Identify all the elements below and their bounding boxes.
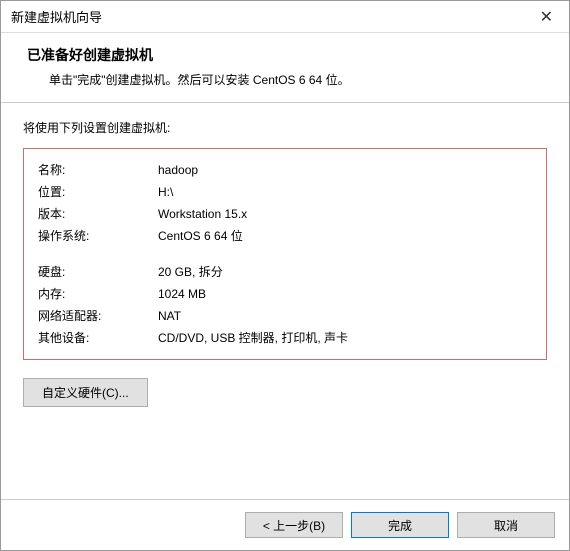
specs-box: 名称: hadoop 位置: H:\ 版本: Workstation 15.x … [23, 148, 547, 360]
back-button[interactable]: < 上一步(B) [245, 512, 343, 538]
header: 已准备好创建虚拟机 单击"完成"创建虚拟机。然后可以安装 CentOS 6 64… [1, 33, 569, 103]
wizard-window: 新建虚拟机向导 ✕ 已准备好创建虚拟机 单击"完成"创建虚拟机。然后可以安装 C… [0, 0, 570, 551]
finish-button[interactable]: 完成 [351, 512, 449, 538]
label-memory: 内存: [38, 285, 158, 303]
customize-hardware-button[interactable]: 自定义硬件(C)... [23, 378, 148, 407]
row-netadapter: 网络适配器: NAT [38, 305, 532, 327]
label-disk: 硬盘: [38, 263, 158, 281]
value-disk: 20 GB, 拆分 [158, 263, 532, 281]
content: 将使用下列设置创建虚拟机: 名称: hadoop 位置: H:\ 版本: Wor… [1, 103, 569, 499]
header-headline: 已准备好创建虚拟机 [27, 45, 543, 65]
value-memory: 1024 MB [158, 285, 532, 303]
row-memory: 内存: 1024 MB [38, 283, 532, 305]
value-location: H:\ [158, 183, 532, 201]
titlebar: 新建虚拟机向导 ✕ [1, 1, 569, 33]
label-other: 其他设备: [38, 329, 158, 347]
label-name: 名称: [38, 161, 158, 179]
row-location: 位置: H:\ [38, 181, 532, 203]
row-other: 其他设备: CD/DVD, USB 控制器, 打印机, 声卡 [38, 327, 532, 349]
header-subtext: 单击"完成"创建虚拟机。然后可以安装 CentOS 6 64 位。 [49, 71, 543, 88]
value-other: CD/DVD, USB 控制器, 打印机, 声卡 [158, 329, 532, 347]
row-version: 版本: Workstation 15.x [38, 203, 532, 225]
row-name: 名称: hadoop [38, 159, 532, 181]
cancel-button[interactable]: 取消 [457, 512, 555, 538]
window-title: 新建虚拟机向导 [11, 7, 534, 26]
value-version: Workstation 15.x [158, 205, 532, 223]
value-name: hadoop [158, 161, 532, 179]
value-os: CentOS 6 64 位 [158, 227, 532, 245]
intro-text: 将使用下列设置创建虚拟机: [23, 119, 547, 136]
label-version: 版本: [38, 205, 158, 223]
close-icon[interactable]: ✕ [534, 7, 559, 27]
row-disk: 硬盘: 20 GB, 拆分 [38, 261, 532, 283]
value-netadapter: NAT [158, 307, 532, 325]
label-location: 位置: [38, 183, 158, 201]
label-os: 操作系统: [38, 227, 158, 245]
row-os: 操作系统: CentOS 6 64 位 [38, 225, 532, 247]
label-netadapter: 网络适配器: [38, 307, 158, 325]
footer: < 上一步(B) 完成 取消 [1, 499, 569, 550]
